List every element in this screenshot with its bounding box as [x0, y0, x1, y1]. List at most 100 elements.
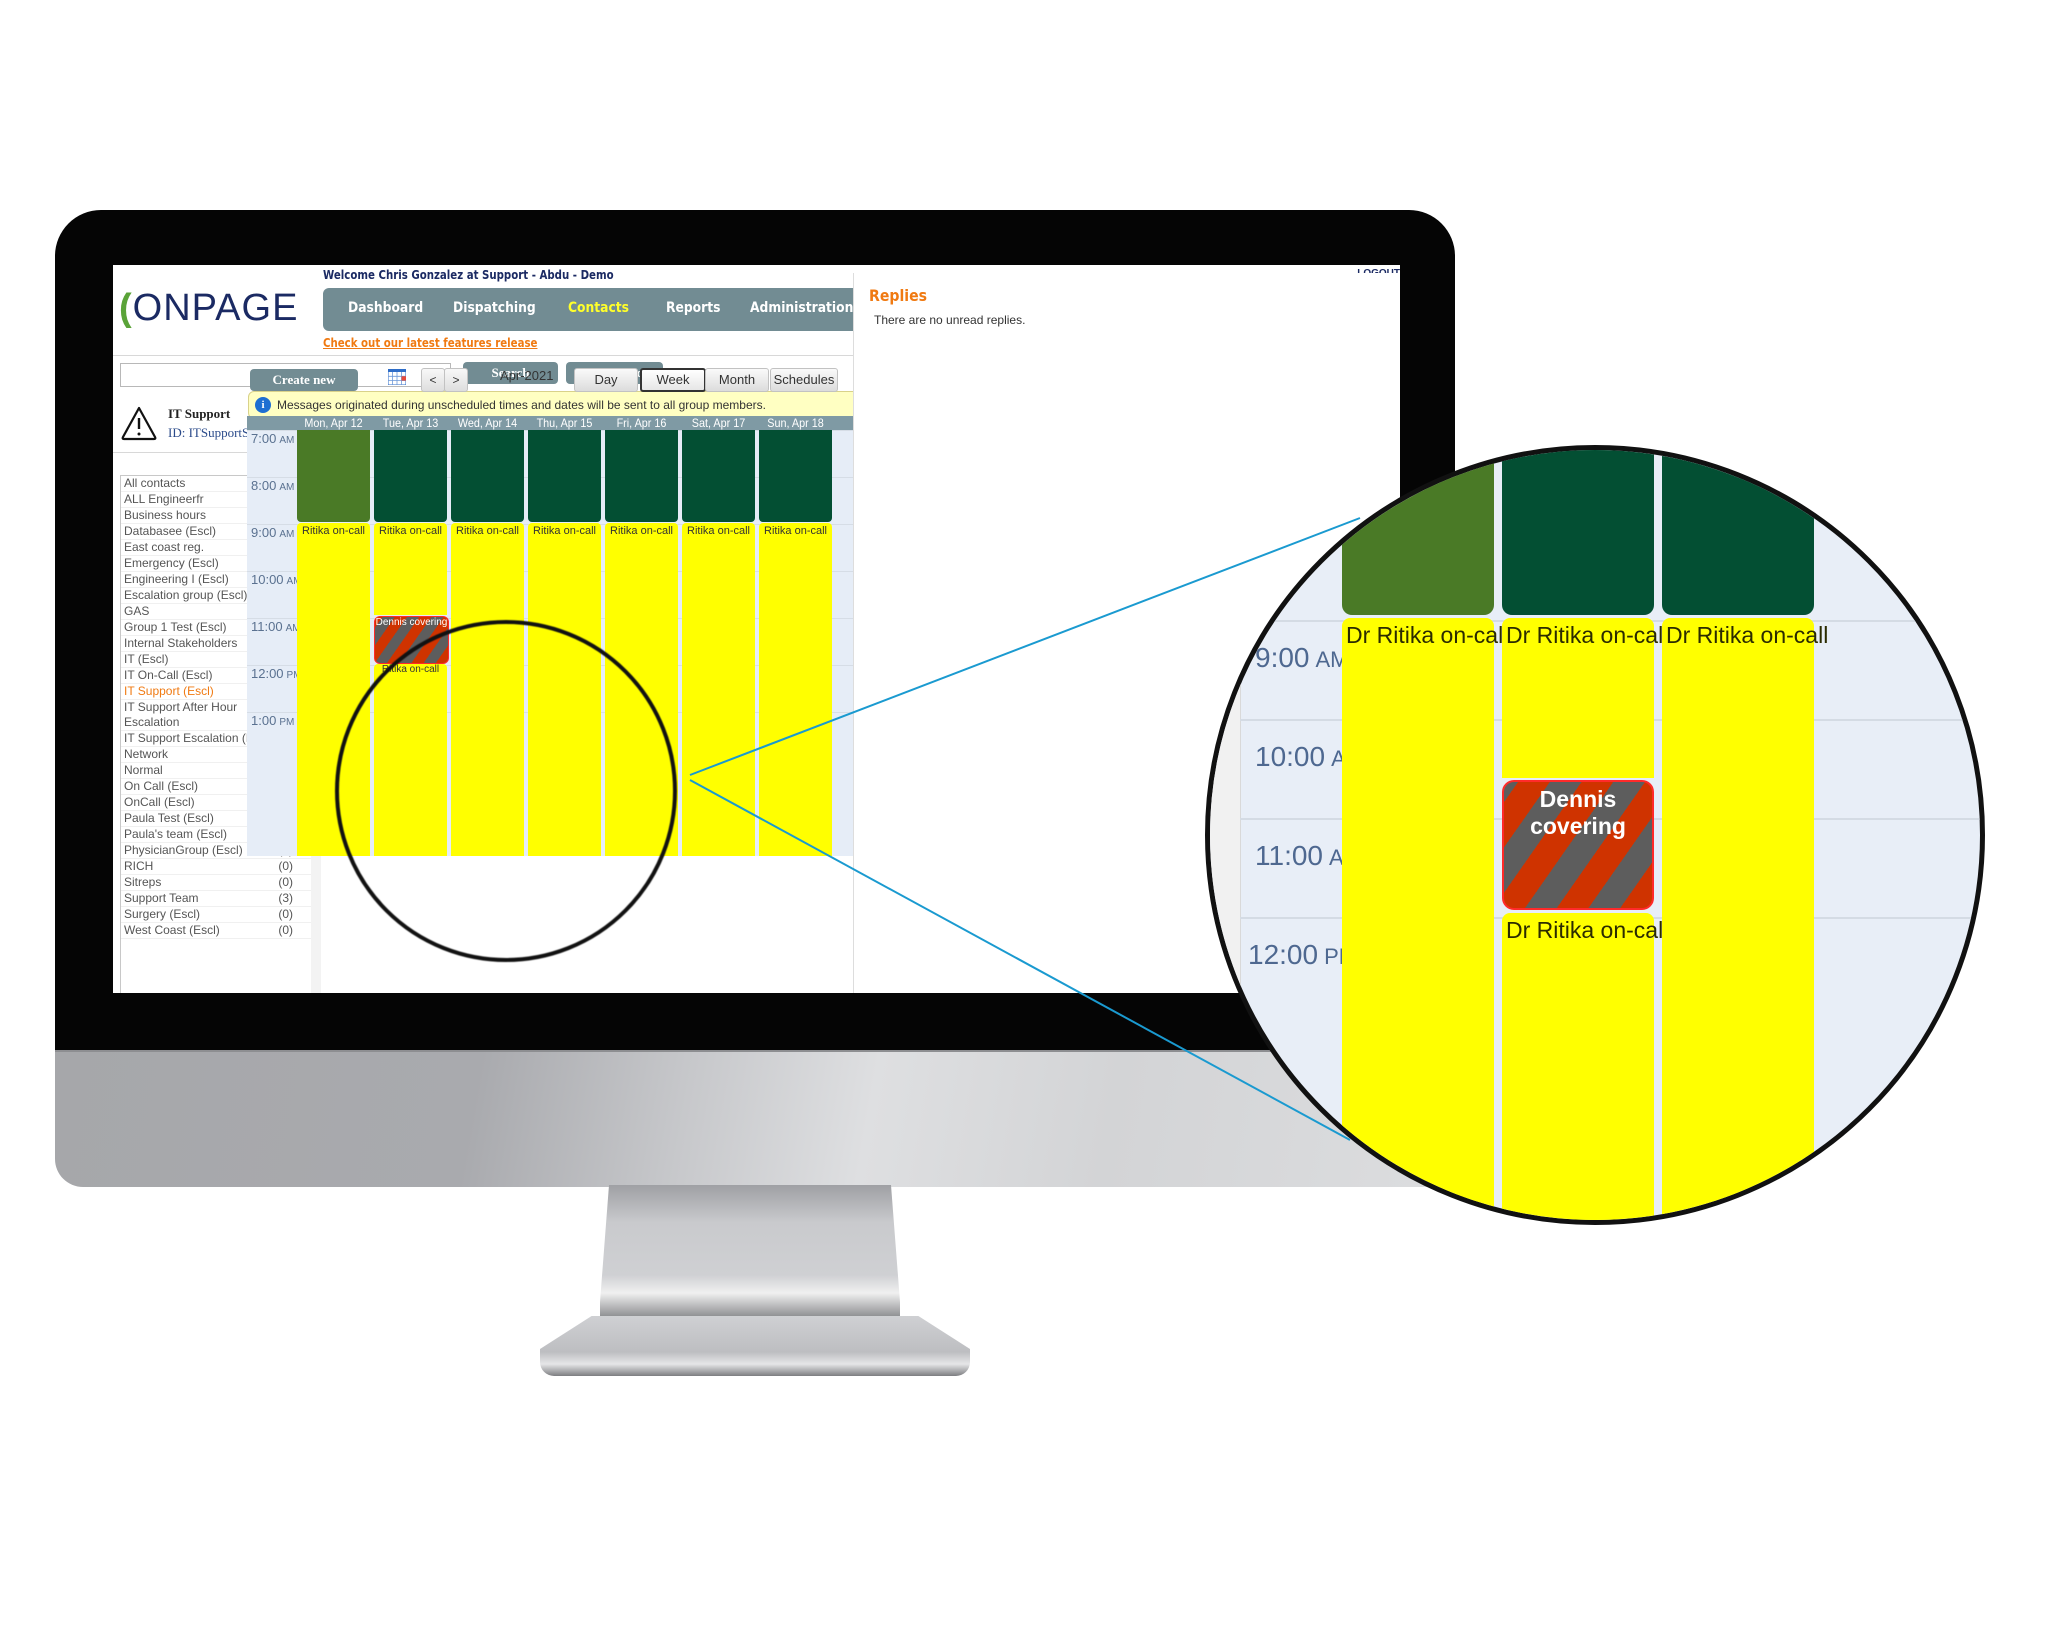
day-header: Sat, Apr 17	[691, 416, 746, 430]
event-label: Dr Ritika on-call	[1506, 917, 1669, 943]
view-week-button[interactable]: Week	[640, 368, 706, 392]
contact-group-count: (0)	[278, 923, 293, 937]
calendar-icon[interactable]	[388, 369, 406, 385]
next-week-button[interactable]: >	[444, 368, 468, 392]
contact-group-name: Internal Stakeholders	[124, 636, 238, 650]
replies-empty-text: There are no unread replies.	[874, 313, 1026, 327]
time-period: AM	[279, 482, 295, 493]
onpage-logo: (ONPAGE	[119, 287, 298, 330]
view-day-button[interactable]: Day	[574, 368, 638, 392]
event-label: Dr Ritika on-call	[1506, 622, 1669, 648]
magnifier-left-strip	[1210, 450, 1241, 1220]
time-value: 9:00	[1255, 642, 1310, 673]
create-new-schedule-button[interactable]: Create new schedule	[250, 369, 358, 409]
time-label: 7:00 AM	[251, 431, 294, 446]
nav-dispatching[interactable]: Dispatching	[453, 300, 536, 316]
current-month-label: Apr-2021	[500, 368, 554, 383]
time-label: 10:00AM	[251, 572, 302, 587]
contact-group-count: (0)	[278, 875, 293, 889]
contact-group-name: On Call (Escl)	[124, 779, 199, 793]
time-value: 10:00	[251, 572, 284, 587]
magnified-event-oncall: Dr Ritika on-call	[1502, 913, 1669, 1220]
event-block-early[interactable]	[682, 430, 755, 522]
event-block-early[interactable]	[759, 430, 832, 522]
event-block-early[interactable]	[297, 430, 370, 522]
contact-group-name: Paula Test (Escl)	[124, 811, 214, 825]
event-label: Ritika on-call	[379, 525, 442, 537]
day-header: Mon, Apr 12	[304, 416, 363, 430]
contact-group-name: Normal	[124, 763, 163, 777]
time-value: 10:00	[1255, 741, 1326, 772]
contact-group-name: PhysicianGroup (Escl)	[124, 843, 243, 857]
day-header: Fri, Apr 16	[616, 416, 667, 430]
view-schedules-button[interactable]: Schedules	[770, 368, 838, 392]
contact-group-item[interactable]: Support Team (3)	[121, 891, 311, 907]
group-id: ID: ITSupportS	[168, 425, 250, 440]
features-release-link[interactable]: Check out our latest features release	[323, 336, 537, 350]
time-value: 1:00	[251, 713, 277, 728]
warning-triangle-icon	[121, 406, 157, 441]
day-header: Tue, Apr 13	[382, 416, 439, 430]
event-label: Dennis covering	[1530, 786, 1626, 839]
contact-group-name: Engineering I (Escl)	[124, 572, 229, 586]
contact-group-name: GAS	[124, 604, 150, 618]
event-block-early[interactable]	[605, 430, 678, 522]
nav-reports[interactable]: Reports	[666, 300, 720, 316]
event-label: Ritika on-call	[764, 525, 827, 537]
time-value: 12:00	[251, 666, 284, 681]
group-name: IT Support	[168, 406, 231, 421]
contact-group-name: ALL Engineerfr	[124, 492, 204, 506]
day-column[interactable]: Ritika on-call	[682, 430, 755, 856]
event-block-early[interactable]	[374, 430, 447, 522]
contact-group-name: IT On-Call (Escl)	[124, 668, 213, 682]
day-header: Sun, Apr 18	[767, 416, 824, 430]
prev-week-button[interactable]: <	[421, 368, 445, 392]
event-oncall[interactable]: Ritika on-call	[682, 523, 755, 856]
replies-title: Replies	[869, 286, 928, 305]
event-block-early[interactable]	[528, 430, 601, 522]
time-period: AM	[279, 529, 295, 540]
contact-group-count: (0)	[278, 907, 293, 921]
nav-administration[interactable]: Administration	[750, 300, 853, 316]
contact-group-name: Group 1 Test (Escl)	[124, 620, 227, 634]
contact-group-item[interactable]: RICH (0)	[121, 859, 311, 875]
contact-group-name: IT (Escl)	[124, 652, 169, 666]
app-screen: (ONPAGE Welcome Chris Gonzalez at Suppor…	[113, 265, 1400, 993]
info-text: Messages originated during unscheduled t…	[277, 398, 766, 412]
event-label: Dennis covering	[375, 617, 448, 628]
contact-group-name: Paula's team (Escl)	[124, 827, 227, 841]
contact-group-name: East coast reg.	[124, 540, 205, 554]
welcome-text: Welcome Chris Gonzalez at Support - Abdu…	[323, 268, 614, 282]
view-month-button[interactable]: Month	[705, 368, 769, 392]
nav-contacts[interactable]: Contacts	[568, 300, 629, 316]
event-block-early[interactable]	[451, 430, 524, 522]
magnifier-content: 9:00AM10:00AM11:00AM12:00PMDr Ritika on-…	[1210, 450, 1980, 1220]
magnified-event-oncall: Dr Ritika on-call	[1662, 618, 1828, 1220]
contact-group-item[interactable]: Surgery (Escl) (0)	[121, 907, 311, 923]
time-value: 7:00	[251, 431, 277, 446]
magnified-day-column: Dr Ritika on-call	[1662, 450, 1828, 1220]
time-value: 8:00	[251, 478, 277, 493]
contact-group-name: IT Support (Escl)	[124, 684, 214, 698]
time-label: 9:00 AM	[251, 525, 294, 540]
nav-dashboard[interactable]: Dashboard	[348, 300, 423, 316]
magnified-event-oncall: Dr Ritika on-call	[1502, 618, 1669, 778]
event-oncall[interactable]: Ritika on-call	[374, 523, 447, 615]
magnified-event-covering: Dennis covering	[1502, 780, 1654, 910]
contact-group-name: West Coast (Escl)	[124, 923, 220, 937]
monitor-stand-base	[540, 1316, 970, 1376]
event-oncall[interactable]: Ritika on-call	[759, 523, 832, 856]
contact-group-name: Escalation group (Escl)	[124, 588, 248, 602]
info-icon: i	[255, 397, 271, 413]
time-value: 12:00	[1248, 939, 1319, 970]
contact-group-item[interactable]: West Coast (Escl) (0)	[121, 923, 311, 939]
time-label: 8:00 AM	[251, 478, 294, 493]
day-header: Wed, Apr 14	[457, 416, 518, 430]
contact-group-count: (3)	[278, 891, 293, 905]
time-value: 9:00	[251, 525, 277, 540]
day-column[interactable]: Ritika on-call	[759, 430, 832, 856]
event-label: Dr Ritika on-call	[1346, 622, 1509, 648]
magnified-day-column: Dr Ritika on-call	[1342, 450, 1509, 1220]
contact-group-name: RICH	[124, 859, 154, 873]
contact-group-item[interactable]: Sitreps (0)	[121, 875, 311, 891]
